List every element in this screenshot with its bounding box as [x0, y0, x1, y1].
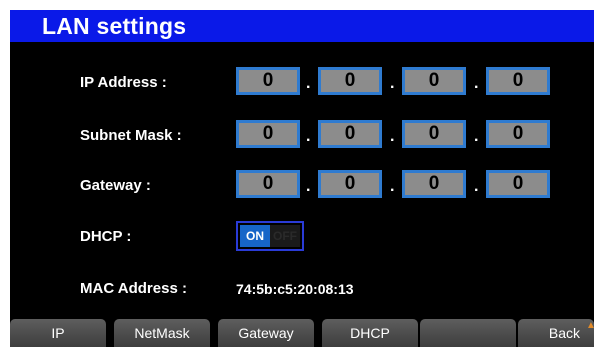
ip-octet-3[interactable]: 0	[402, 67, 466, 95]
dhcp-off-option[interactable]: OFF	[270, 225, 300, 247]
softkey-bar: IP NetMask Gateway DHCP Back ▲	[10, 319, 594, 347]
ip-address-row: IP Address : 0 . 0 . 0 . 0	[10, 67, 594, 99]
ip-octet-1[interactable]: 0	[236, 67, 300, 95]
dhcp-on-option[interactable]: ON	[240, 225, 270, 247]
gateway-octet-4[interactable]: 0	[486, 170, 550, 198]
softkey-netmask[interactable]: NetMask	[114, 319, 210, 347]
mac-address-label: MAC Address :	[80, 280, 187, 297]
netmask-octet-4[interactable]: 0	[486, 120, 550, 148]
mac-address-row: MAC Address : 74:5b:c5:20:08:13	[10, 273, 594, 305]
netmask-octet-1[interactable]: 0	[236, 120, 300, 148]
softkey-ip[interactable]: IP	[10, 319, 106, 347]
dhcp-label: DHCP :	[80, 228, 132, 245]
softkey-gateway[interactable]: Gateway	[218, 319, 314, 347]
ip-octet-4[interactable]: 0	[486, 67, 550, 95]
ip-address-label: IP Address :	[80, 74, 167, 91]
ip-dot-1: .	[306, 75, 311, 92]
ip-octet-2[interactable]: 0	[318, 67, 382, 95]
netmask-octet-3[interactable]: 0	[402, 120, 466, 148]
page-title: LAN settings	[42, 13, 187, 39]
ip-dot-3: .	[474, 75, 479, 92]
lan-settings-screen: LAN settings IP Address : 0 . 0 . 0 . 0 …	[10, 10, 594, 347]
subnet-mask-row: Subnet Mask : 0 . 0 . 0 . 0	[10, 120, 594, 152]
title-bar: LAN settings	[10, 10, 594, 42]
gateway-octet-3[interactable]: 0	[402, 170, 466, 198]
gateway-dot-1: .	[306, 178, 311, 195]
softkey-back[interactable]: Back	[518, 319, 594, 347]
gateway-octet-2[interactable]: 0	[318, 170, 382, 198]
gateway-row: Gateway : 0 . 0 . 0 . 0	[10, 170, 594, 202]
ip-dot-2: .	[390, 75, 395, 92]
netmask-dot-1: .	[306, 128, 311, 145]
softkey-empty[interactable]	[420, 319, 516, 347]
dhcp-toggle[interactable]: ON OFF	[236, 221, 304, 251]
softkey-dhcp[interactable]: DHCP	[322, 319, 418, 347]
gateway-dot-2: .	[390, 178, 395, 195]
gateway-octet-1[interactable]: 0	[236, 170, 300, 198]
gateway-dot-3: .	[474, 178, 479, 195]
subnet-mask-label: Subnet Mask :	[80, 127, 182, 144]
triangle-up-icon: ▲	[586, 320, 594, 331]
netmask-dot-3: .	[474, 128, 479, 145]
gateway-label: Gateway :	[80, 177, 151, 194]
netmask-octet-2[interactable]: 0	[318, 120, 382, 148]
dhcp-row: DHCP : ON OFF	[10, 221, 594, 253]
mac-address-value: 74:5b:c5:20:08:13	[236, 281, 354, 297]
netmask-dot-2: .	[390, 128, 395, 145]
